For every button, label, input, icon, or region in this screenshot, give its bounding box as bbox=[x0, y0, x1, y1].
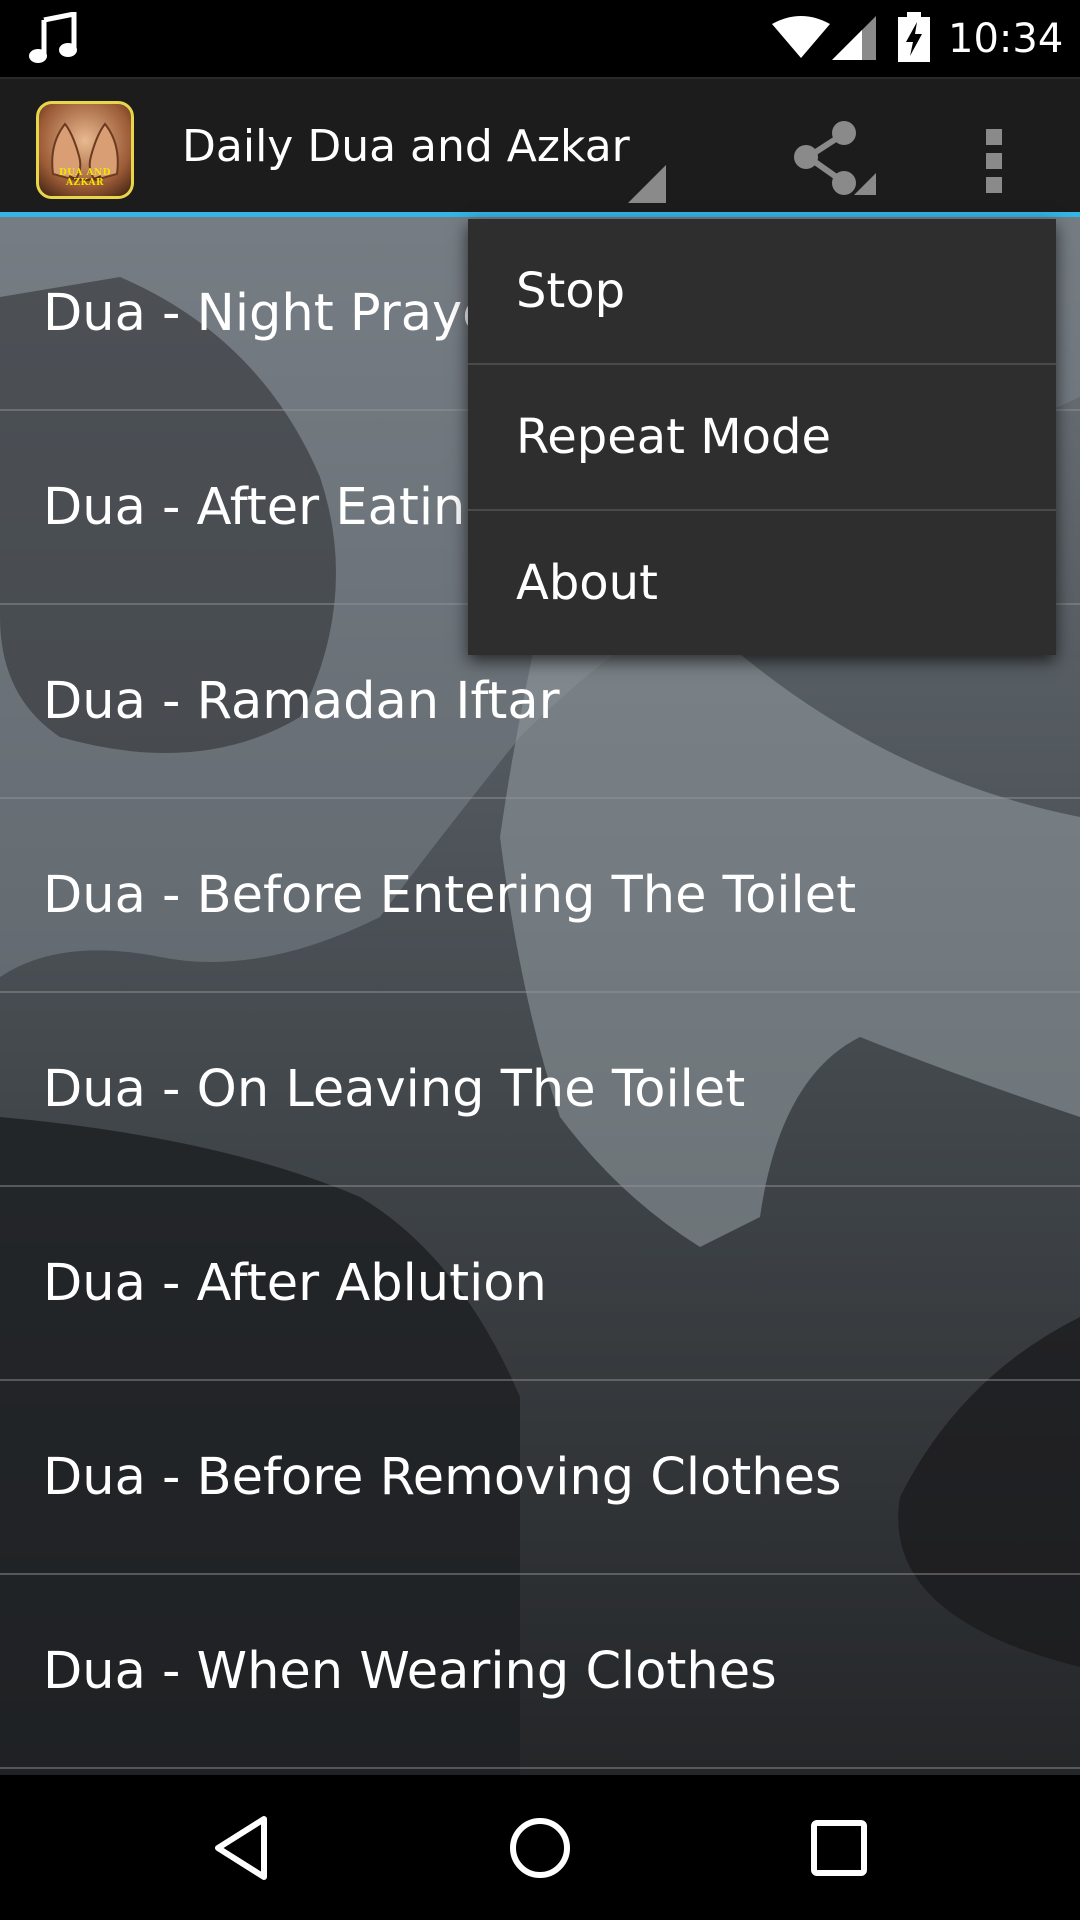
menu-item-label: Repeat Mode bbox=[516, 409, 831, 465]
menu-item-repeat-mode[interactable]: Repeat Mode bbox=[468, 365, 1056, 511]
overflow-menu-icon[interactable] bbox=[960, 109, 1030, 209]
list-item-label: Dua - Before Entering The Toilet bbox=[43, 866, 857, 925]
spinner-triangle-icon[interactable] bbox=[628, 165, 666, 203]
list-item-label: Dua - On Leaving The Toilet bbox=[43, 1060, 746, 1119]
list-item-label: Dua - Before Removing Clothes bbox=[43, 1448, 842, 1507]
list-item[interactable]: Dua - On Leaving The Toilet bbox=[0, 993, 1080, 1187]
app-title[interactable]: Daily Dua and Azkar bbox=[182, 117, 630, 177]
overflow-popup-menu: Stop Repeat Mode About bbox=[468, 219, 1056, 655]
list-item-label: Dua - After Eating bbox=[43, 478, 498, 537]
music-note-icon bbox=[29, 12, 77, 63]
list-item[interactable]: Dua - Before Entering The Toilet bbox=[0, 799, 1080, 993]
status-bar: 10:34 bbox=[0, 0, 1080, 77]
menu-item-about[interactable]: About bbox=[468, 511, 1056, 655]
list-item[interactable]: Dua - After Ablution bbox=[0, 1187, 1080, 1381]
battery-charging-icon bbox=[898, 12, 930, 62]
back-icon[interactable] bbox=[206, 1811, 280, 1885]
cell-signal-icon bbox=[832, 16, 876, 60]
menu-item-label: Stop bbox=[516, 263, 626, 319]
list-item[interactable]: Dua - When Wearing Clothes bbox=[0, 1575, 1080, 1769]
home-icon[interactable] bbox=[503, 1811, 577, 1885]
logo-text: DUA AND AZKAR bbox=[58, 168, 111, 188]
list-item-label: Dua - Night Prayer bbox=[43, 284, 515, 343]
screen: 10:34 DUA AND AZKAR Daily Dua and Azkar bbox=[0, 0, 1080, 1920]
action-bar: DUA AND AZKAR Daily Dua and Azkar bbox=[0, 77, 1080, 217]
share-icon[interactable] bbox=[780, 109, 880, 209]
recents-icon[interactable] bbox=[802, 1811, 876, 1885]
list-item[interactable]: Dua - Before Removing Clothes bbox=[0, 1381, 1080, 1575]
menu-item-label: About bbox=[516, 555, 658, 611]
status-clock: 10:34 bbox=[948, 16, 1064, 62]
list-item-label: Dua - After Ablution bbox=[43, 1254, 547, 1313]
navigation-bar bbox=[0, 1775, 1080, 1920]
app-logo[interactable]: DUA AND AZKAR bbox=[36, 101, 134, 199]
list-item-label: Dua - When Wearing Clothes bbox=[43, 1642, 777, 1701]
wifi-icon bbox=[772, 16, 830, 58]
menu-item-stop[interactable]: Stop bbox=[468, 219, 1056, 365]
